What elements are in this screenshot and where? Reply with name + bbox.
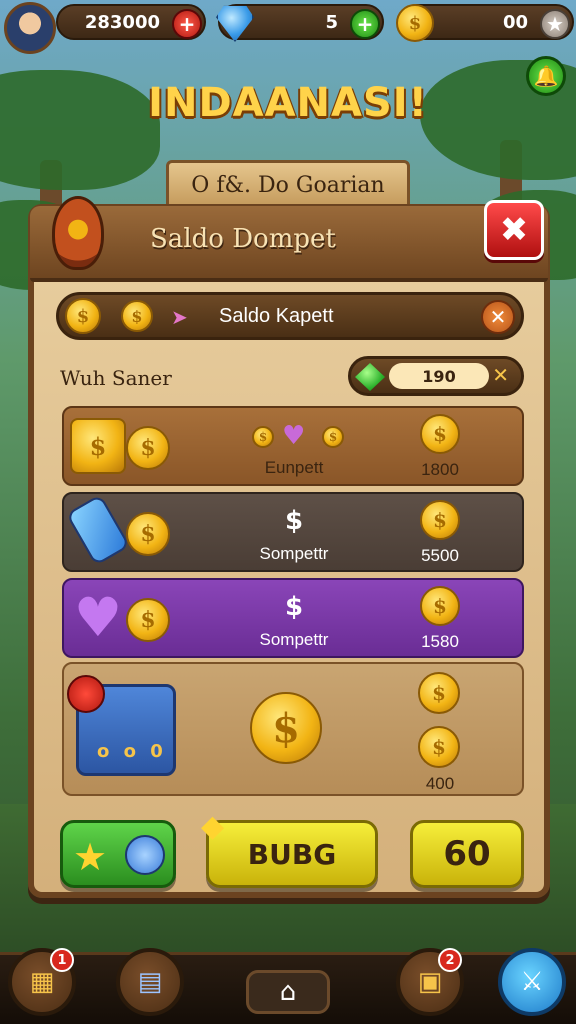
coin-icon: $ (418, 672, 460, 714)
buy-button[interactable]: ◆ BUBG (201, 809, 378, 888)
game-title: INDAANASI! (148, 80, 428, 126)
item-name: Sompettr (259, 544, 329, 563)
card-value: o o 0 (97, 741, 167, 762)
dollar-symbol: $ (284, 506, 304, 536)
coin-icon: $ (252, 426, 274, 448)
star-icon: ★ (546, 12, 564, 36)
close-icon: ✖ (499, 210, 529, 250)
coin-icon: $ (121, 300, 153, 332)
item-name: Eunpett (264, 458, 324, 477)
gems-counter: 5 + (216, 4, 384, 42)
section-counter: 190 ✕ (348, 356, 524, 396)
coin-icon: $ (126, 512, 170, 556)
big-coin-icon: $ (250, 692, 322, 764)
coin-stack-icon: $ (70, 418, 126, 474)
box-icon: ▣ (417, 967, 443, 997)
top-hud: 283000 + 5 + $ 00 ★ (0, 0, 576, 54)
section-value: 190 (389, 363, 489, 389)
coin-icon: $ (126, 426, 170, 470)
gold-counter: $ 00 ★ (396, 4, 574, 42)
bundle-row[interactable]: o o 0 $ $ $ 400 (62, 662, 524, 796)
plus-icon: + (178, 12, 196, 36)
balance-bar: $ $ ➤ Saldo Kapett ✕ (56, 292, 524, 340)
close-button[interactable]: ✖ (484, 200, 544, 260)
section-label: Wuh Saner (60, 366, 172, 390)
add-gems-button[interactable]: + (350, 9, 380, 39)
heart-icon: ♥ (282, 421, 306, 451)
balance-label: Saldo Kapett (219, 305, 334, 327)
nav-home-button[interactable]: ⌂ (246, 970, 330, 1014)
nav-quests-button[interactable]: ▤ (116, 948, 184, 1016)
coin-icon: $ (322, 426, 344, 448)
notification-badge: 2 (438, 948, 462, 972)
panel-title: Saldo Dompet (150, 224, 336, 254)
notification-badge: 1 (50, 948, 74, 972)
panel-header: Saldo Dompet ✖ (30, 196, 548, 282)
gems-value: 5 (325, 11, 338, 33)
gem-icon (216, 5, 254, 42)
item-name: Sompettr (259, 630, 329, 649)
favorite-button[interactable]: ★ (540, 9, 570, 39)
heart-icon: ♥ (73, 586, 123, 649)
item-price: 5500 (421, 546, 459, 565)
item-price: 1800 (421, 460, 459, 479)
green-gem-icon (355, 363, 385, 391)
close-icon: ✕ (489, 305, 507, 329)
nav-attack-button[interactable]: ⚔ (498, 948, 566, 1016)
buy-label: BUBG (247, 837, 337, 871)
home-icon: ⌂ (279, 977, 297, 1007)
shop-item-row[interactable]: ♥ $ $ Sompettr $ 1580 (62, 578, 524, 658)
wallet-card-icon: o o 0 (67, 675, 176, 776)
nav-inventory-button[interactable]: ▦ 1 (8, 948, 76, 1016)
price-coin-icon: $ (420, 414, 460, 454)
reward-button[interactable]: ★ (60, 820, 176, 888)
player-avatar[interactable] (4, 2, 56, 54)
star-icon: ★ (73, 835, 108, 879)
shop-item-row[interactable]: $ $ Sompettr $ 5500 (62, 492, 524, 572)
count-button[interactable]: 60 (410, 820, 524, 888)
coins-counter: 283000 + (56, 4, 206, 40)
coins-value: 283000 (84, 11, 160, 33)
coin-icon: $ (126, 598, 170, 642)
shop-item-row[interactable]: $ $ $ ♥ $ Eunpett $ 1800 (62, 406, 524, 486)
price-coin-icon: $ (420, 586, 460, 626)
chest-icon: ▦ (29, 967, 55, 997)
sword-icon: ⚔ (520, 967, 544, 997)
arrow-icon: ➤ (171, 305, 188, 329)
clear-balance-button[interactable]: ✕ (481, 300, 515, 334)
bottom-nav: ▦ 1 ▤ ⌂ ▣ 2 ⚔ (0, 948, 576, 1024)
add-coins-button[interactable]: + (172, 9, 202, 39)
coin-icon: $ (418, 726, 460, 768)
ring-icon (125, 835, 165, 875)
bundle-price: 400 (425, 774, 455, 793)
wallet-panel: Saldo Dompet ✖ $ $ ➤ Saldo Kapett ✕ Wuh … (28, 196, 550, 898)
coin-icon: $ (396, 4, 434, 42)
purse-icon (52, 196, 104, 270)
blue-crystal-icon (65, 494, 131, 566)
plus-icon: + (356, 12, 374, 36)
multiply-icon: ✕ (492, 363, 509, 387)
coin-icon: $ (65, 298, 101, 334)
title-plaque: O f&. Do Goarian (166, 160, 410, 210)
item-price: 1580 (421, 632, 459, 651)
dollar-symbol: $ (284, 592, 304, 622)
gold-value: 00 (502, 11, 528, 33)
scroll-icon: ▤ (137, 967, 163, 997)
price-coin-icon: $ (420, 500, 460, 540)
bow-icon (67, 675, 105, 713)
nav-shop-button[interactable]: ▣ 2 (396, 948, 464, 1016)
tag-icon: ◆ (201, 809, 225, 844)
count-label: 60 (443, 834, 491, 874)
